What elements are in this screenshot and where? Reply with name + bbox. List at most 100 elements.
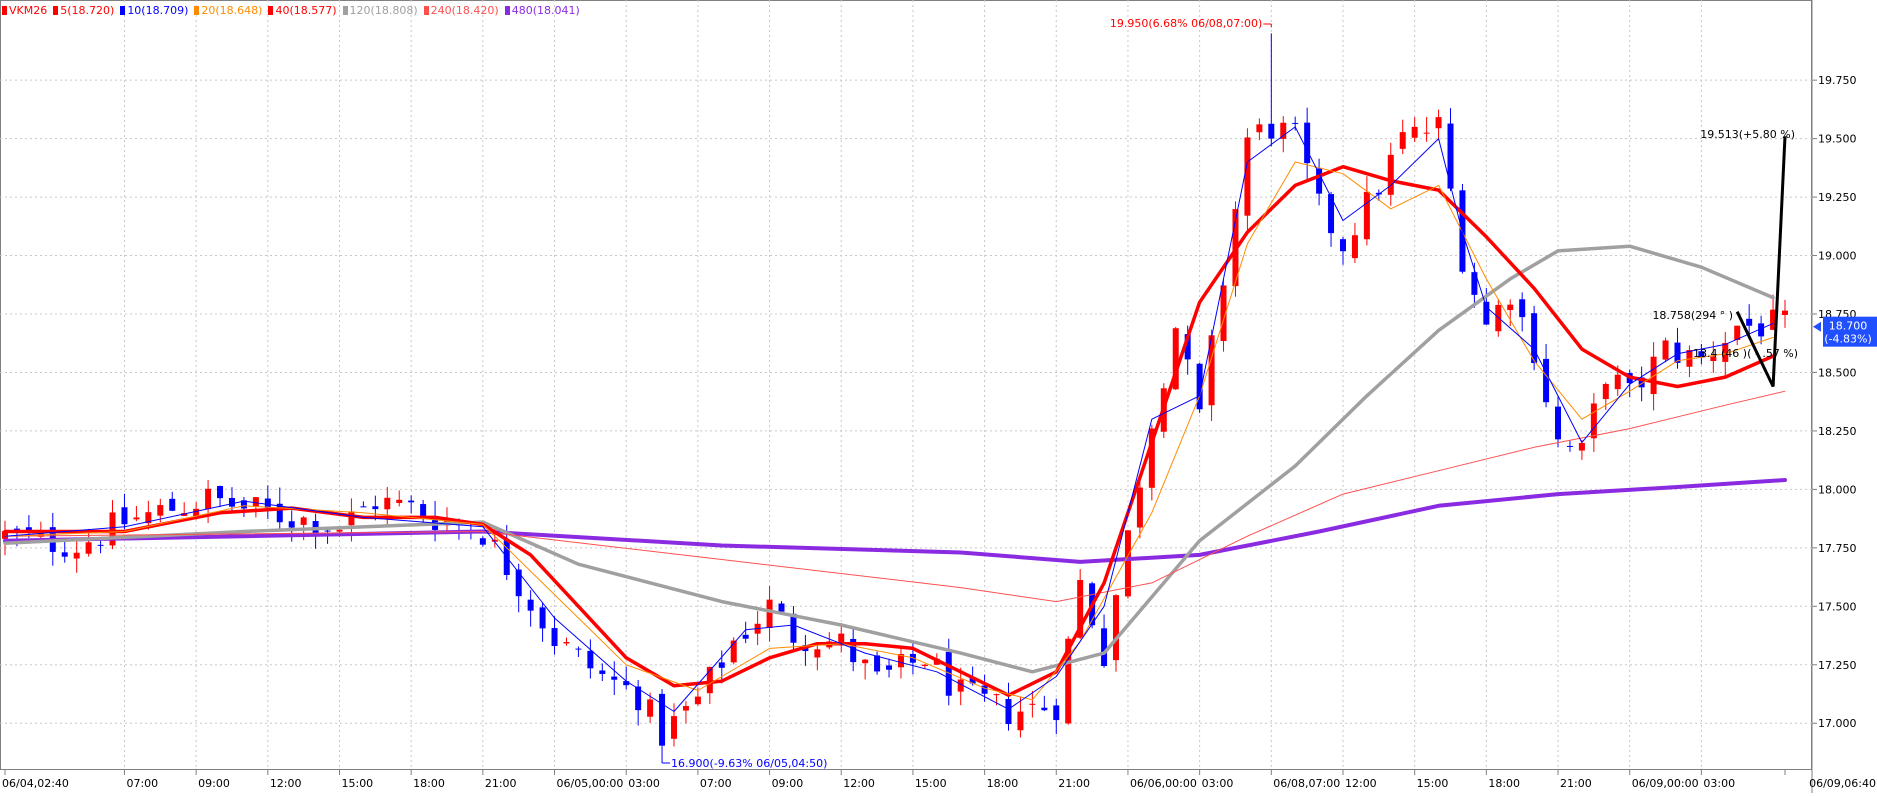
candle-body — [682, 705, 689, 711]
candle-body — [288, 521, 295, 528]
x-tick-label: 18:00 — [1488, 777, 1520, 790]
legend-swatch — [423, 5, 429, 15]
x-tick-label: 21:00 — [485, 777, 517, 790]
x-tick-label: 12:00 — [270, 777, 302, 790]
candle-body — [1351, 235, 1358, 259]
legend-item[interactable]: 10(18.709) — [120, 4, 188, 17]
candle-body — [1602, 383, 1609, 400]
chart-area[interactable]: 17.000 17.250 17.500 17.750 18.000 18.250 18.5… — [0, 0, 1877, 793]
candle-body — [515, 569, 522, 597]
candle-body — [1268, 123, 1275, 139]
candle-body — [1662, 340, 1669, 360]
x-tick-label: 09:00 — [198, 777, 230, 790]
candle-body — [1483, 301, 1490, 325]
candle-body — [1399, 132, 1406, 149]
x-tick-label: 12:00 — [843, 777, 875, 790]
candle-body — [396, 499, 403, 503]
trend-label-low: 18.4 (46 )( - .57 %) — [1693, 347, 1798, 360]
legend-item[interactable]: 240(18.420) — [423, 4, 499, 17]
candle-body — [1423, 132, 1430, 134]
legend-label: 40(18.577) — [275, 3, 337, 17]
candle-body — [121, 507, 128, 525]
trend-label-top: 19.513(+5.80 %) — [1700, 128, 1795, 141]
candle-body — [193, 508, 200, 517]
legend: VKM26 5(18.720) 10(18.709) 20(18.648) 40(18.… — [2, 2, 580, 18]
candle-body — [862, 659, 869, 664]
candle-body — [694, 696, 701, 705]
candle-body — [1292, 122, 1299, 124]
x-tick-label: 06/09,06:40 — [1809, 777, 1876, 790]
candle-body — [1650, 356, 1657, 395]
candle-body — [623, 681, 630, 686]
candle-body — [133, 517, 140, 520]
legend-swatch — [342, 5, 348, 15]
candle-body — [300, 517, 307, 525]
candle-body — [157, 505, 164, 516]
y-tick-label: 19.000 — [1818, 250, 1857, 263]
x-tick-label: 09:00 — [772, 777, 804, 790]
candle-body — [1519, 299, 1526, 318]
candle-body — [921, 664, 928, 667]
legend-swatch — [120, 5, 126, 15]
x-tick-label: 03:00 — [1703, 777, 1735, 790]
legend-item[interactable]: 20(18.648) — [194, 4, 262, 17]
x-tick-label: 03:00 — [1202, 777, 1234, 790]
legend-item[interactable]: 480(18.041) — [504, 3, 580, 17]
legend-label: 480(18.041) — [511, 3, 580, 17]
candle-body — [1614, 374, 1621, 390]
price-chart[interactable]: 17.000 17.250 17.500 17.750 18.000 18.250 18.5… — [0, 0, 1877, 793]
candle-body — [1339, 239, 1346, 252]
candle-body — [1053, 705, 1060, 721]
candle-body — [85, 542, 92, 554]
legend-swatch — [194, 5, 200, 15]
plot-frame — [0, 0, 1812, 770]
candle-body — [336, 529, 343, 532]
candle-body — [97, 544, 104, 546]
x-tick-label: 06/06,00:00 — [1130, 777, 1197, 790]
ma-line-120 — [3, 244, 1775, 674]
candle-body — [205, 488, 212, 510]
candle-body — [1280, 122, 1287, 139]
candle-body — [1005, 699, 1012, 724]
candle-body — [1531, 313, 1538, 364]
x-tick-label: 07:00 — [700, 777, 732, 790]
candle-body — [1029, 703, 1036, 705]
candle-body — [1578, 442, 1585, 451]
legend-item[interactable]: VKM26 — [2, 4, 47, 17]
y-tick-label: 18.000 — [1818, 483, 1857, 496]
candle-body — [551, 628, 558, 647]
current-price-change: (-4.83%) — [1824, 333, 1872, 346]
y-tick-label: 17.250 — [1818, 659, 1857, 672]
legend-swatch — [53, 5, 59, 15]
candle-body — [1101, 628, 1108, 666]
legend-label: 5(18.720) — [60, 3, 115, 17]
x-tick-label: 21:00 — [1560, 777, 1592, 790]
y-tick-label: 19.500 — [1818, 133, 1857, 146]
legend-item[interactable]: 40(18.577) — [268, 3, 337, 17]
candle-body — [539, 607, 546, 629]
candle-body — [228, 497, 235, 507]
candle-body — [1316, 168, 1323, 194]
candle-body — [217, 486, 224, 499]
legend-item[interactable]: 120(18.808) — [342, 4, 418, 17]
candle-body — [1113, 595, 1120, 661]
legend-swatch — [268, 5, 274, 15]
low-annotation: 16.900(-9.63% 06/05,04:50) — [671, 757, 827, 770]
candle-body — [587, 650, 594, 669]
trend-label-mid: 18.758(294 ° ) — [1652, 309, 1733, 322]
legend-item[interactable]: 5(18.720) — [53, 4, 114, 17]
y-tick-label: 17.500 — [1818, 600, 1857, 613]
candle-body — [742, 634, 749, 639]
x-tick-label: 15:00 — [341, 777, 373, 790]
y-tick-label: 18.500 — [1818, 366, 1857, 379]
candle-body — [1244, 137, 1251, 216]
y-tick-label: 18.250 — [1818, 425, 1857, 438]
candle-body — [61, 552, 68, 557]
high-annotation: 19.950(6.68% 06/08,07:00) — [1110, 17, 1262, 30]
legend-label: VKM26 — [9, 3, 48, 17]
ma-line-10 — [4, 126, 1774, 712]
candle-body — [1543, 358, 1550, 403]
x-tick-label: 07:00 — [126, 777, 158, 790]
candle-body — [1555, 406, 1562, 440]
x-tick-label: 15:00 — [915, 777, 947, 790]
